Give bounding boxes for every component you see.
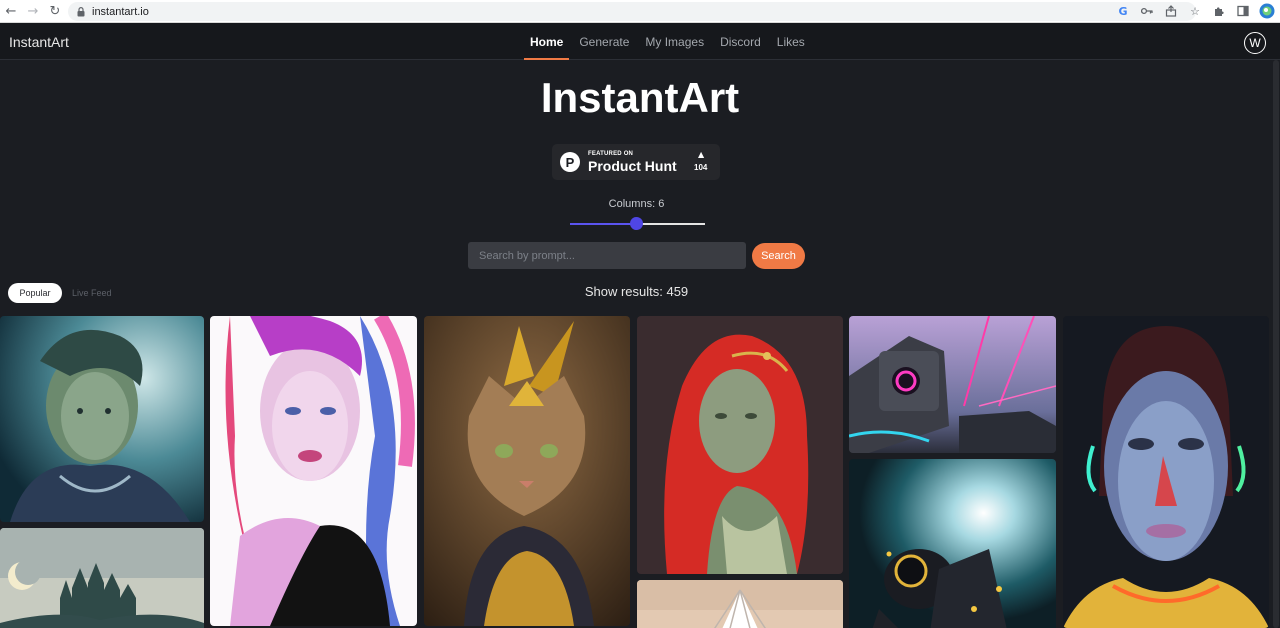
sidepanel-icon[interactable] — [1234, 2, 1252, 20]
extensions-icon[interactable] — [1210, 2, 1228, 20]
page-scrollbar[interactable] — [1272, 60, 1280, 628]
product-hunt-featured-label: FEATURED ON — [588, 151, 634, 157]
tile-watercolor-woman[interactable] — [210, 316, 417, 626]
neon-face-image — [1063, 316, 1269, 628]
product-hunt-votes: 104 — [694, 163, 708, 172]
nav-discord[interactable]: Discord — [714, 23, 767, 60]
image-gallery — [0, 316, 1280, 628]
feather-image — [637, 580, 843, 628]
watercolor-woman-image — [210, 316, 417, 626]
scrollbar-thumb[interactable] — [1273, 60, 1279, 628]
slider-thumb[interactable] — [630, 217, 643, 230]
tattooed-woman-image — [0, 316, 204, 522]
tile-red-hair-woman[interactable] — [637, 316, 843, 574]
tile-robot-camera[interactable] — [849, 316, 1056, 453]
upvote-arrow-icon: ▲ — [698, 150, 705, 159]
profile-icon[interactable] — [1258, 2, 1276, 20]
key-icon[interactable] — [1138, 2, 1156, 20]
site-header: InstantArt Home Generate My Images Disco… — [0, 23, 1280, 60]
search-button[interactable]: Search — [752, 243, 805, 269]
results-count: Show results: 459 — [584, 284, 689, 299]
tile-cat-warrior[interactable] — [424, 316, 630, 626]
tile-astronaut[interactable] — [849, 459, 1056, 628]
castle-image — [0, 528, 204, 628]
share-icon[interactable] — [1162, 2, 1180, 20]
main-nav: Home Generate My Images Discord Likes — [524, 23, 815, 60]
browser-toolbar: ← → ↻ instantart.io G ☆ — [0, 0, 1280, 23]
tile-feather[interactable] — [637, 580, 843, 628]
product-hunt-logo-icon: P — [560, 152, 580, 172]
slider-track — [637, 223, 705, 225]
nav-my-images[interactable]: My Images — [639, 23, 710, 60]
product-hunt-badge[interactable]: P FEATURED ON Product Hunt ▲ 104 — [552, 144, 720, 180]
columns-slider[interactable] — [570, 217, 705, 231]
forward-icon[interactable]: → — [22, 0, 44, 22]
nav-likes[interactable]: Likes — [771, 23, 811, 60]
tile-neon-face[interactable] — [1063, 316, 1269, 628]
reload-icon[interactable]: ↻ — [44, 0, 66, 22]
nav-home[interactable]: Home — [524, 23, 570, 60]
nav-generate[interactable]: Generate — [573, 23, 635, 60]
tile-castle[interactable] — [0, 528, 204, 628]
page-title: InstantArt — [540, 74, 740, 121]
star-icon[interactable]: ☆ — [1186, 2, 1204, 20]
user-avatar[interactable]: W — [1244, 32, 1266, 54]
lock-icon — [76, 6, 86, 17]
back-icon[interactable]: ← — [0, 0, 22, 22]
cat-warrior-image — [424, 316, 630, 626]
product-hunt-name: Product Hunt — [588, 158, 677, 174]
tile-tattooed-woman[interactable] — [0, 316, 204, 522]
search-input[interactable] — [468, 242, 746, 269]
robot-camera-image — [849, 316, 1056, 453]
red-hair-woman-image — [637, 316, 843, 574]
columns-label: Columns: 6 — [608, 198, 665, 210]
astronaut-image — [849, 459, 1056, 628]
google-icon[interactable]: G — [1114, 2, 1132, 20]
url-text: instantart.io — [92, 5, 149, 18]
slider-track-fill — [570, 223, 637, 225]
address-bar[interactable]: instantart.io — [68, 2, 1196, 21]
brand-logo[interactable]: InstantArt — [9, 34, 69, 50]
